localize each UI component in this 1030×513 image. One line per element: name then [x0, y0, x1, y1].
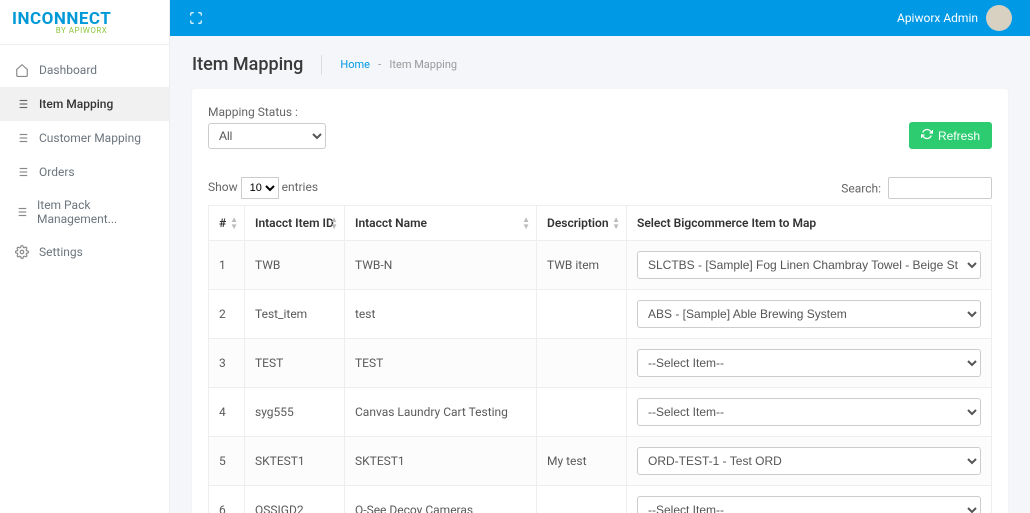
refresh-button[interactable]: Refresh: [909, 122, 992, 149]
cell-id: SKTEST1: [245, 437, 345, 486]
show-prefix: Show: [208, 180, 238, 194]
cell-map: --Select Item--: [627, 486, 992, 513]
cell-id: TEST: [245, 339, 345, 388]
length-control: Show 10 entries: [208, 177, 318, 199]
col-intacct-id[interactable]: Intacct Item ID▲▼: [245, 206, 345, 241]
breadcrumb-sep: -: [378, 58, 381, 71]
cell-desc: TWB item: [537, 241, 627, 290]
table-row: 3TESTTEST--Select Item--: [209, 339, 992, 388]
filter-label: Mapping Status :: [208, 105, 326, 119]
col-number[interactable]: #▲▼: [209, 206, 245, 241]
cell-name: TEST: [345, 339, 537, 388]
home-icon: [14, 62, 30, 78]
sidebar-item-label: Settings: [39, 245, 83, 259]
avatar: [986, 5, 1012, 31]
sidebar: INCONNECT BY APIWORX Dashboard Item Mapp…: [0, 0, 170, 513]
user-name: Apiworx Admin: [897, 11, 978, 25]
col-description[interactable]: Description▲▼: [537, 206, 627, 241]
refresh-icon: [921, 128, 933, 143]
cell-desc: [537, 339, 627, 388]
breadcrumb: Home - Item Mapping: [340, 58, 457, 71]
sidebar-item-customer-mapping[interactable]: Customer Mapping: [0, 121, 169, 155]
sidebar-item-label: Customer Mapping: [39, 131, 141, 145]
sort-icon: ▲▼: [230, 216, 238, 230]
user-menu[interactable]: Apiworx Admin: [897, 5, 1012, 31]
gear-icon: [14, 244, 30, 260]
cell-name: SKTEST1: [345, 437, 537, 486]
breadcrumb-home-link[interactable]: Home: [340, 58, 370, 71]
cell-desc: [537, 486, 627, 513]
cell-num: 1: [209, 241, 245, 290]
search-input[interactable]: [888, 177, 992, 199]
fullscreen-icon[interactable]: [188, 10, 204, 26]
title-divider: [321, 55, 322, 75]
list-icon: [14, 164, 30, 180]
sidebar-nav: Dashboard Item Mapping Customer Mapping …: [0, 45, 169, 269]
cell-id: syg555: [245, 388, 345, 437]
bigcommerce-item-select[interactable]: ORD-TEST-1 - Test ORD: [637, 447, 981, 475]
page-title: Item Mapping: [192, 54, 303, 75]
sort-icon: ▲▼: [522, 216, 530, 230]
breadcrumb-current: Item Mapping: [389, 58, 457, 71]
cell-num: 6: [209, 486, 245, 513]
cell-map: ABS - [Sample] Able Brewing System: [627, 290, 992, 339]
col-map: Select Bigcommerce Item to Map: [627, 206, 992, 241]
cell-map: --Select Item--: [627, 388, 992, 437]
cell-map: SLCTBS - [Sample] Fog Linen Chambray Tow…: [627, 241, 992, 290]
list-icon: [14, 130, 30, 146]
page-length-select[interactable]: 10: [241, 177, 279, 199]
search-control: Search:: [841, 177, 992, 199]
cell-num: 3: [209, 339, 245, 388]
refresh-label: Refresh: [938, 129, 980, 143]
sidebar-item-label: Item Mapping: [39, 97, 113, 111]
sidebar-item-item-mapping[interactable]: Item Mapping: [0, 87, 169, 121]
cell-name: Canvas Laundry Cart Testing: [345, 388, 537, 437]
cell-map: ORD-TEST-1 - Test ORD: [627, 437, 992, 486]
bigcommerce-item-select[interactable]: --Select Item--: [637, 349, 981, 377]
mapping-table: #▲▼ Intacct Item ID▲▼ Intacct Name▲▼ Des…: [208, 205, 992, 513]
bigcommerce-item-select[interactable]: ABS - [Sample] Able Brewing System: [637, 300, 981, 328]
table-row: 5SKTEST1SKTEST1My testORD-TEST-1 - Test …: [209, 437, 992, 486]
mapping-status-select[interactable]: All: [208, 123, 326, 149]
cell-desc: [537, 290, 627, 339]
main-card: Mapping Status : All Refresh Show 10: [192, 89, 1008, 513]
cell-name: test: [345, 290, 537, 339]
table-row: 4syg555Canvas Laundry Cart Testing --Sele…: [209, 388, 992, 437]
cell-num: 4: [209, 388, 245, 437]
list-icon: [14, 96, 30, 112]
sort-icon: ▲▼: [612, 216, 620, 230]
table-row: 2Test_itemtest ABS - [Sample] Able Brewin…: [209, 290, 992, 339]
cell-id: QSSIGD2: [245, 486, 345, 513]
list-icon: [14, 204, 28, 220]
brand-logo: INCONNECT BY APIWORX: [0, 0, 169, 45]
search-label: Search:: [841, 182, 881, 196]
cell-num: 5: [209, 437, 245, 486]
col-intacct-name[interactable]: Intacct Name▲▼: [345, 206, 537, 241]
bigcommerce-item-select[interactable]: --Select Item--: [637, 398, 981, 426]
topbar: Apiworx Admin: [170, 0, 1030, 36]
sidebar-item-label: Item Pack Management...: [37, 198, 155, 226]
sidebar-item-label: Dashboard: [39, 63, 97, 77]
sidebar-item-label: Orders: [39, 165, 75, 179]
cell-map: --Select Item--: [627, 339, 992, 388]
sidebar-item-dashboard[interactable]: Dashboard: [0, 53, 169, 87]
sidebar-item-settings[interactable]: Settings: [0, 235, 169, 269]
cell-num: 2: [209, 290, 245, 339]
sidebar-item-pack-management[interactable]: Item Pack Management...: [0, 189, 169, 235]
cell-name: Q-See Decoy Cameras: [345, 486, 537, 513]
show-suffix: entries: [282, 180, 318, 194]
cell-desc: [537, 388, 627, 437]
cell-id: TWB: [245, 241, 345, 290]
table-row: 1TWBTWB-NTWB item SLCTBS - [Sample] Fog L…: [209, 241, 992, 290]
bigcommerce-item-select[interactable]: --Select Item--: [637, 496, 981, 513]
sidebar-item-orders[interactable]: Orders: [0, 155, 169, 189]
table-row: 6QSSIGD2Q-See Decoy Cameras --Select Item…: [209, 486, 992, 513]
cell-desc: My test: [537, 437, 627, 486]
cell-name: TWB-N: [345, 241, 537, 290]
cell-id: Test_item: [245, 290, 345, 339]
sort-icon: ▲▼: [330, 216, 338, 230]
bigcommerce-item-select[interactable]: SLCTBS - [Sample] Fog Linen Chambray Tow…: [637, 251, 981, 279]
